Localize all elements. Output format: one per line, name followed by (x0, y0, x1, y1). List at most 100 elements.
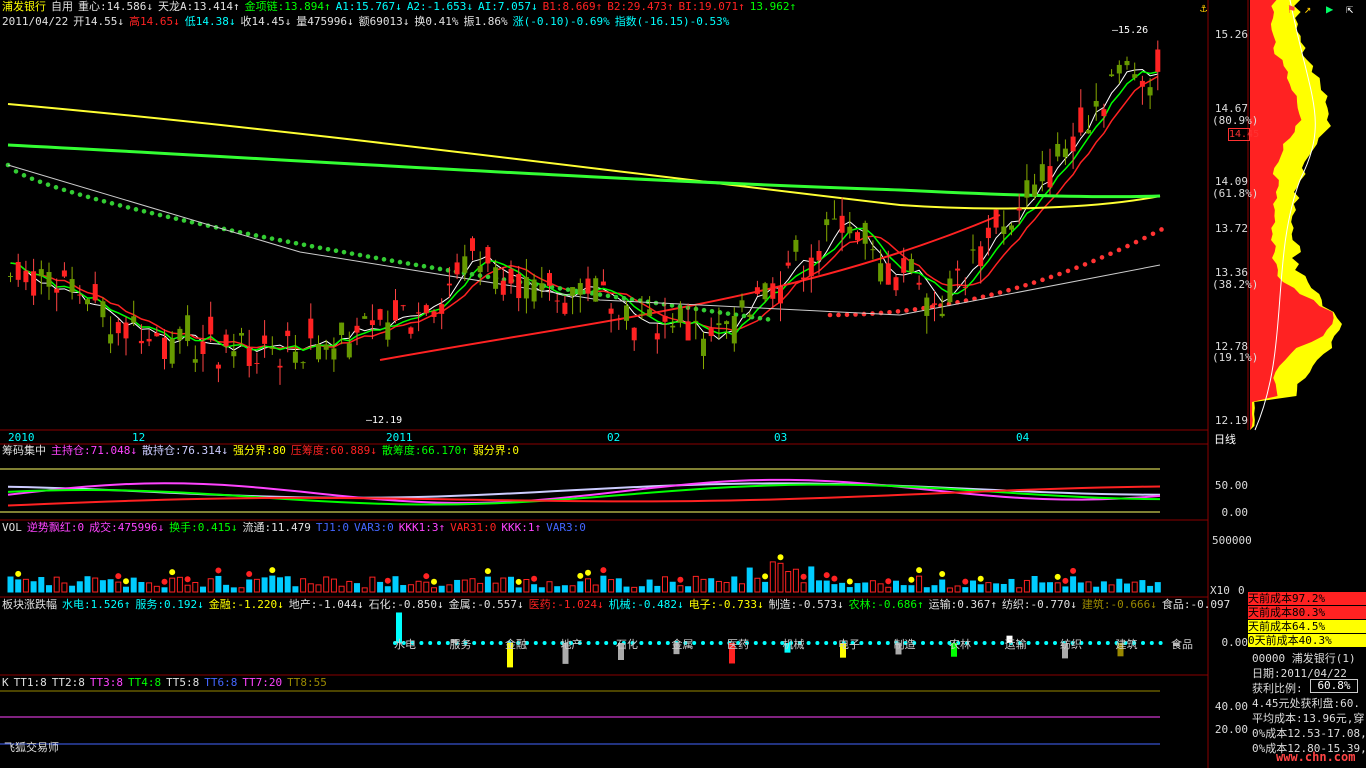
volume-bar (923, 587, 930, 593)
volume-bar (608, 579, 615, 593)
sector-zero-dot (639, 641, 644, 645)
volume-bar (354, 583, 360, 593)
tab-custom[interactable]: 自用 (51, 0, 73, 13)
volume-bar (1047, 582, 1053, 593)
candle-body (377, 309, 383, 320)
vol-indicator-8: KKK:1↑ (501, 521, 542, 534)
envelope-dot (469, 271, 475, 277)
envelope-dot (309, 243, 315, 249)
volume-bar (769, 561, 776, 593)
candle-body (816, 251, 822, 261)
sector-zero-dot (973, 641, 978, 645)
candle-body (616, 319, 622, 321)
header-row-2: 2011/04/22 开14.55↓ 高14.65↓ 低14.38↓ 收14.45↓ 量4… (2, 15, 739, 29)
sector-label-2: 金融 (505, 638, 527, 651)
price-label-11: 12.19 (1214, 414, 1248, 427)
candle-body (508, 268, 514, 284)
volume-bar (1093, 586, 1100, 593)
volume-bar (893, 580, 899, 593)
sector-zero-dot (709, 641, 714, 645)
envelope-dot (565, 287, 571, 292)
kk-axis-20: 20.00 (1214, 723, 1248, 736)
volume-bar (215, 575, 222, 593)
sector-indicator-1: 服务:0.192↓ (135, 598, 204, 611)
envelope-dot (757, 315, 763, 321)
volume-bar (631, 586, 638, 593)
envelope-dot (77, 192, 83, 197)
volume-bar (223, 584, 230, 593)
kk-panel-title[interactable]: K (2, 676, 9, 689)
ma-white (10, 69, 1158, 353)
volume-bar (523, 579, 530, 593)
candle-body (547, 273, 552, 286)
envelope-dot (333, 248, 339, 254)
sector-zero-dot (533, 641, 538, 645)
volume-signal-dot (916, 567, 923, 574)
sector-panel-title[interactable]: 板块涨跌幅 (2, 598, 57, 611)
candle-body (839, 215, 845, 233)
chip-panel-title[interactable]: 筹码集中 (2, 444, 46, 457)
candle-body (554, 300, 560, 302)
volume-signal-dot (823, 572, 830, 579)
anchor-icon[interactable]: ⚓ (1200, 1, 1207, 15)
price-label-6: 13.72 (1214, 222, 1248, 235)
current-date: 2011/04/22 (2, 15, 69, 28)
sector-zero-dot (665, 641, 670, 645)
candle-body (785, 262, 791, 266)
candle-body (1139, 80, 1145, 87)
envelope-dot (725, 311, 731, 316)
volume-bar (84, 576, 91, 593)
envelope-dot (85, 194, 91, 200)
candle-body (323, 344, 329, 350)
volume-bar (692, 575, 699, 593)
envelope-dot-red (1125, 243, 1130, 249)
envelope-dot (349, 251, 355, 256)
volume-bar (369, 576, 376, 593)
period-label[interactable]: 日线 (1214, 431, 1236, 447)
sector-zero-dot (1158, 641, 1163, 645)
volume-bar (615, 578, 622, 593)
envelope-dot-red (1116, 247, 1122, 253)
flag-icon[interactable]: ⚑ (1288, 2, 1295, 16)
expand-icon[interactable]: ⇱ (1346, 2, 1353, 16)
candle-body (1024, 180, 1030, 198)
candle-body (939, 313, 945, 317)
envelope-dot-red (1040, 277, 1045, 283)
envelope-dot (117, 203, 123, 208)
chart-canvas (0, 0, 1342, 768)
candle-body (400, 305, 406, 307)
candle-body (146, 338, 152, 342)
candle-body (516, 274, 522, 299)
candle-body (61, 270, 67, 277)
volume-bar (708, 578, 715, 593)
volume-bar (377, 581, 384, 593)
vol-panel-title[interactable]: VOL (2, 521, 22, 534)
candle-body (824, 219, 830, 226)
sector-zero-dot (753, 641, 758, 645)
envelope-dot (269, 236, 275, 241)
sector-zero-dot (929, 641, 934, 645)
date-label-2: 2011 (386, 431, 413, 444)
stock-name[interactable]: 浦发银行 (2, 0, 46, 13)
candle-body (77, 294, 83, 296)
sector-zero-dot (657, 641, 661, 645)
envelope-dot-red (1014, 285, 1020, 291)
volume-bar (993, 583, 1000, 593)
candle-body (331, 348, 337, 360)
sector-zero-dot (1105, 641, 1110, 645)
play-icon[interactable]: ▶ (1326, 2, 1333, 16)
date-label-4: 03 (774, 431, 788, 444)
envelope-dot (53, 185, 59, 190)
candle-body (246, 347, 252, 366)
vol-indicator-3: 流通:11.479 (242, 521, 311, 534)
volume-bar (1077, 582, 1084, 593)
cost-box-2: 天前成本64.5% (1248, 620, 1366, 633)
rise-icon[interactable]: ↗ (1304, 2, 1311, 16)
candle-body (716, 323, 722, 326)
candle-body (369, 320, 375, 326)
volume-bar (477, 582, 484, 593)
chip-indicator-4: 散筹度:66.170↑ (381, 444, 468, 457)
volume-bar (400, 585, 407, 593)
volume-bar (431, 587, 437, 593)
volume-bar (161, 587, 168, 593)
